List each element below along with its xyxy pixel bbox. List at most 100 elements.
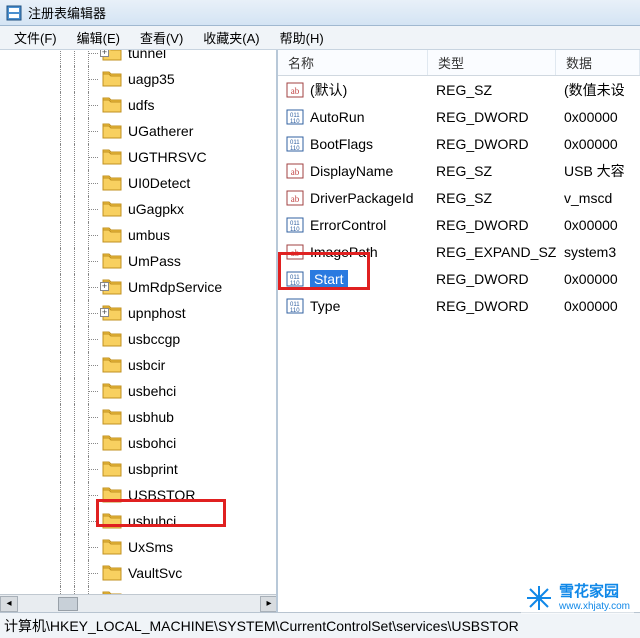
folder-icon [102, 564, 122, 582]
tree-item[interactable]: +uGagpkx [0, 196, 276, 222]
value-data: 0x00000 [556, 265, 640, 292]
tree-label: tunnel [128, 50, 166, 61]
value-data: 0x00000 [556, 103, 640, 130]
expand-icon[interactable]: + [100, 50, 109, 57]
svg-text:110: 110 [290, 227, 300, 233]
header-name[interactable]: 名称 [278, 50, 428, 75]
menu-favorites[interactable]: 收藏夹(A) [193, 26, 269, 49]
list-pane[interactable]: 名称 类型 数据 ab(默认)REG_SZ(数值未设011110AutoRunR… [278, 50, 640, 612]
tree-label: usbhub [128, 409, 174, 425]
tree-label: UGatherer [128, 123, 193, 139]
menu-edit[interactable]: 编辑(E) [67, 26, 130, 49]
scroll-right-button[interactable]: ▸ [260, 596, 278, 612]
value-type: REG_SZ [428, 76, 556, 103]
menu-help[interactable]: 帮助(H) [270, 26, 334, 49]
expand-icon[interactable]: + [100, 282, 109, 291]
value-type: REG_DWORD [428, 103, 556, 130]
value-name: Type [310, 298, 340, 314]
svg-text:ab: ab [291, 167, 300, 177]
folder-icon [102, 122, 122, 140]
list-row[interactable]: 011110StartREG_DWORD0x00000 [278, 265, 640, 292]
tree-item[interactable]: +uagp35 [0, 66, 276, 92]
tree-item[interactable]: +UI0Detect [0, 170, 276, 196]
value-data: 0x00000 [556, 130, 640, 157]
tree-hscrollbar[interactable]: ◂ ▸ [0, 594, 278, 612]
tree-label: usbccgp [128, 331, 180, 347]
tree-item[interactable]: +USBSTOR [0, 482, 276, 508]
list-row[interactable]: 011110ErrorControlREG_DWORD0x00000 [278, 211, 640, 238]
tree-label: UI0Detect [128, 175, 190, 191]
reg-sz-icon: ab [286, 190, 304, 206]
folder-icon [102, 148, 122, 166]
value-type: REG_DWORD [428, 130, 556, 157]
value-name: (默认) [310, 80, 347, 100]
tree-label: upnphost [128, 305, 186, 321]
tree-item[interactable]: + tunnel [0, 50, 276, 66]
value-type: REG_SZ [428, 184, 556, 211]
value-name: ImagePath [310, 244, 378, 260]
tree-item[interactable]: +UGTHRSVC [0, 144, 276, 170]
tree-label: usbohci [128, 435, 176, 451]
folder-icon [102, 330, 122, 348]
folder-icon [102, 96, 122, 114]
list-row[interactable]: ab(默认)REG_SZ(数值未设 [278, 76, 640, 103]
tree-item[interactable]: + upnphost [0, 300, 276, 326]
menu-file[interactable]: 文件(F) [4, 26, 67, 49]
expand-icon[interactable]: + [100, 308, 109, 317]
reg-bin-icon: 011110 [286, 298, 304, 314]
list-row[interactable]: abImagePathREG_EXPAND_SZsystem3 [278, 238, 640, 265]
tree-item[interactable]: +usbccgp [0, 326, 276, 352]
tree-item[interactable]: +usbprint [0, 456, 276, 482]
folder-icon [102, 434, 122, 452]
tree-pane[interactable]: +tunnel+uagp35+udfs+UGatherer+UGTHRSVC+U… [0, 50, 278, 612]
tree-item[interactable]: +UGatherer [0, 118, 276, 144]
list-row[interactable]: 011110BootFlagsREG_DWORD0x00000 [278, 130, 640, 157]
snowflake-icon [525, 584, 553, 612]
tree-label: udfs [128, 97, 154, 113]
folder-icon [102, 356, 122, 374]
tree-item[interactable]: +VaultSvc [0, 560, 276, 586]
menubar: 文件(F) 编辑(E) 查看(V) 收藏夹(A) 帮助(H) [0, 26, 640, 50]
tree-label: uagp35 [128, 71, 175, 87]
folder-icon [102, 486, 122, 504]
header-type[interactable]: 类型 [428, 50, 556, 75]
tree-label: usbcir [128, 357, 165, 373]
tree-label: usbprint [128, 461, 178, 477]
tree-item[interactable]: +usbhub [0, 404, 276, 430]
tree-item[interactable]: +UxSms [0, 534, 276, 560]
tree-item[interactable]: +UmPass [0, 248, 276, 274]
scroll-thumb[interactable] [58, 597, 78, 611]
tree-label: VaultSvc [128, 565, 182, 581]
list-row[interactable]: 011110AutoRunREG_DWORD0x00000 [278, 103, 640, 130]
tree-label: USBSTOR [128, 487, 195, 503]
tree-label: usbuhci [128, 513, 176, 529]
tree-item[interactable]: +usbehci [0, 378, 276, 404]
value-name: ErrorControl [310, 217, 386, 233]
value-data: (数值未设 [556, 76, 640, 103]
list-row[interactable]: 011110TypeREG_DWORD0x00000 [278, 292, 640, 319]
watermark: 雪花家园 www.xhjaty.com [521, 582, 634, 614]
tree-item[interactable]: +udfs [0, 92, 276, 118]
tree-label: UxSms [128, 539, 173, 555]
list-row[interactable]: abDisplayNameREG_SZUSB 大容 [278, 157, 640, 184]
folder-icon [102, 408, 122, 426]
value-name: DriverPackageId [310, 190, 414, 206]
svg-text:110: 110 [290, 146, 300, 152]
tree-item[interactable]: +usbuhci [0, 508, 276, 534]
folder-icon [102, 226, 122, 244]
tree-label: UGTHRSVC [128, 149, 207, 165]
folder-icon [102, 200, 122, 218]
tree-item[interactable]: +UmRdpService [0, 274, 276, 300]
scroll-left-button[interactable]: ◂ [0, 596, 18, 612]
tree-item[interactable]: +usbcir [0, 352, 276, 378]
list-row[interactable]: abDriverPackageIdREG_SZv_mscd [278, 184, 640, 211]
value-type: REG_DWORD [428, 211, 556, 238]
window-titlebar: 注册表编辑器 [0, 0, 640, 26]
value-type: REG_DWORD [428, 292, 556, 319]
tree-item[interactable]: +umbus [0, 222, 276, 248]
tree-item[interactable]: +usbohci [0, 430, 276, 456]
menu-view[interactable]: 查看(V) [130, 26, 193, 49]
header-data[interactable]: 数据 [556, 50, 640, 75]
folder-icon [102, 382, 122, 400]
svg-text:110: 110 [290, 281, 300, 287]
